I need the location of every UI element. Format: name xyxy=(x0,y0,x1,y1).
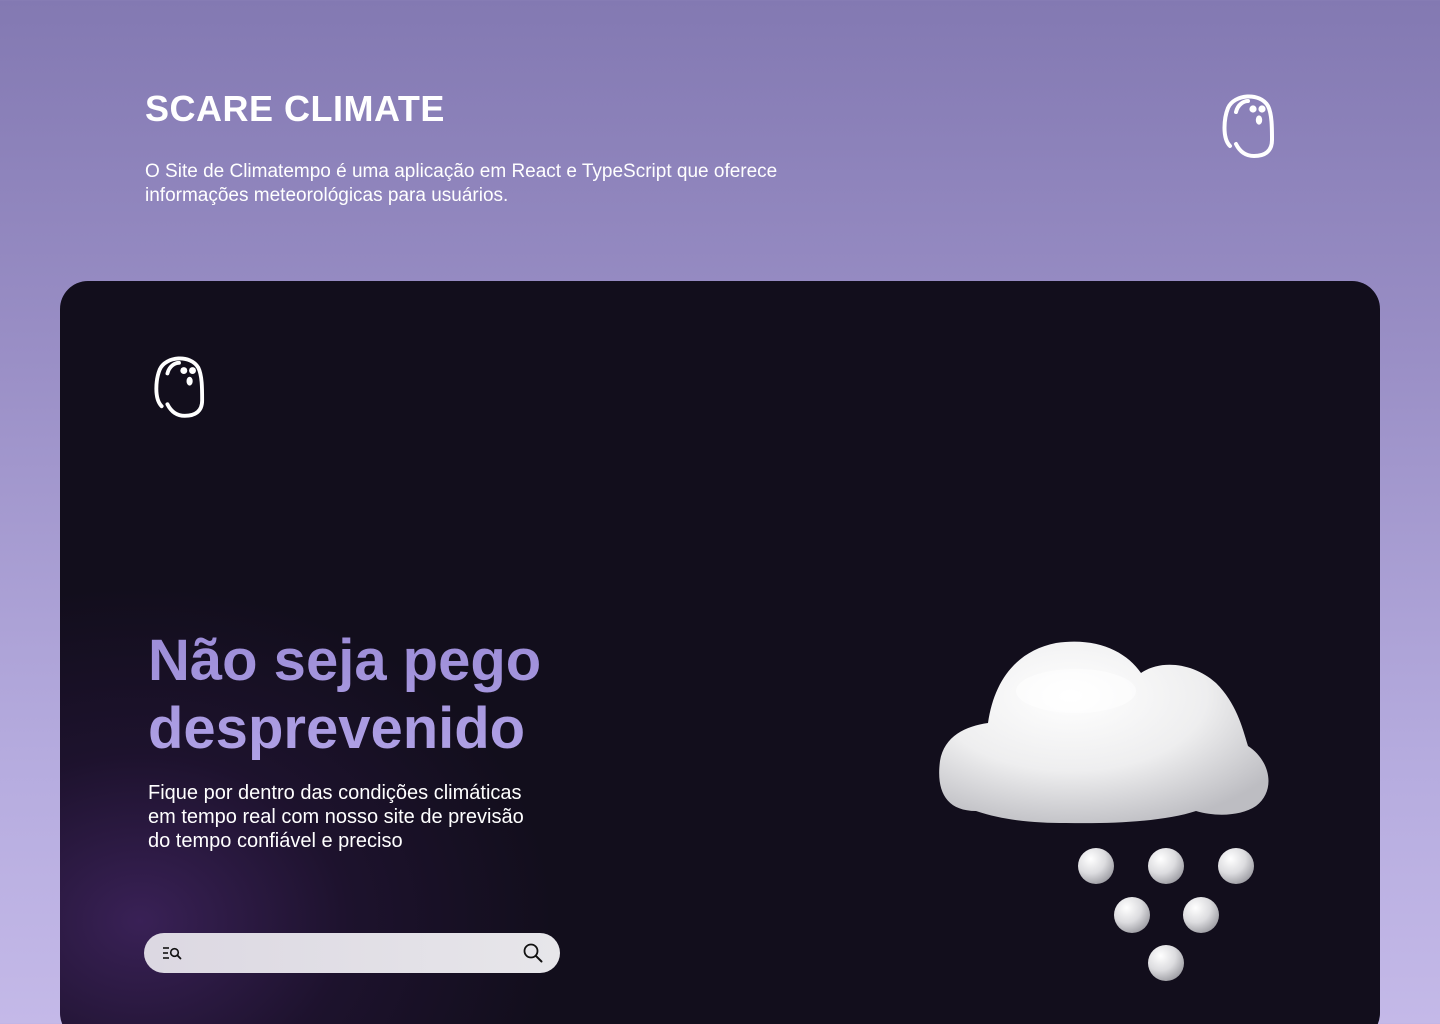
brand-description: O Site de Climatempo é uma aplicação em … xyxy=(145,161,778,206)
hero-subtext: Fique por dentro das condições climática… xyxy=(148,782,524,852)
ghost-logo-icon xyxy=(154,356,205,418)
app-preview-card: Não seja pego desprevenido Fique por den… xyxy=(60,281,1380,1024)
ghost-logo-icon xyxy=(1222,94,1275,159)
filter-search-icon[interactable] xyxy=(162,945,182,961)
hero-headline: Não seja pego desprevenido xyxy=(148,628,542,761)
brand-title: SCARE CLIMATE xyxy=(145,88,445,129)
cloud-hail-icon xyxy=(939,641,1269,981)
search-icon[interactable] xyxy=(522,942,544,964)
search-bar[interactable] xyxy=(144,933,560,973)
search-input[interactable] xyxy=(192,944,512,962)
